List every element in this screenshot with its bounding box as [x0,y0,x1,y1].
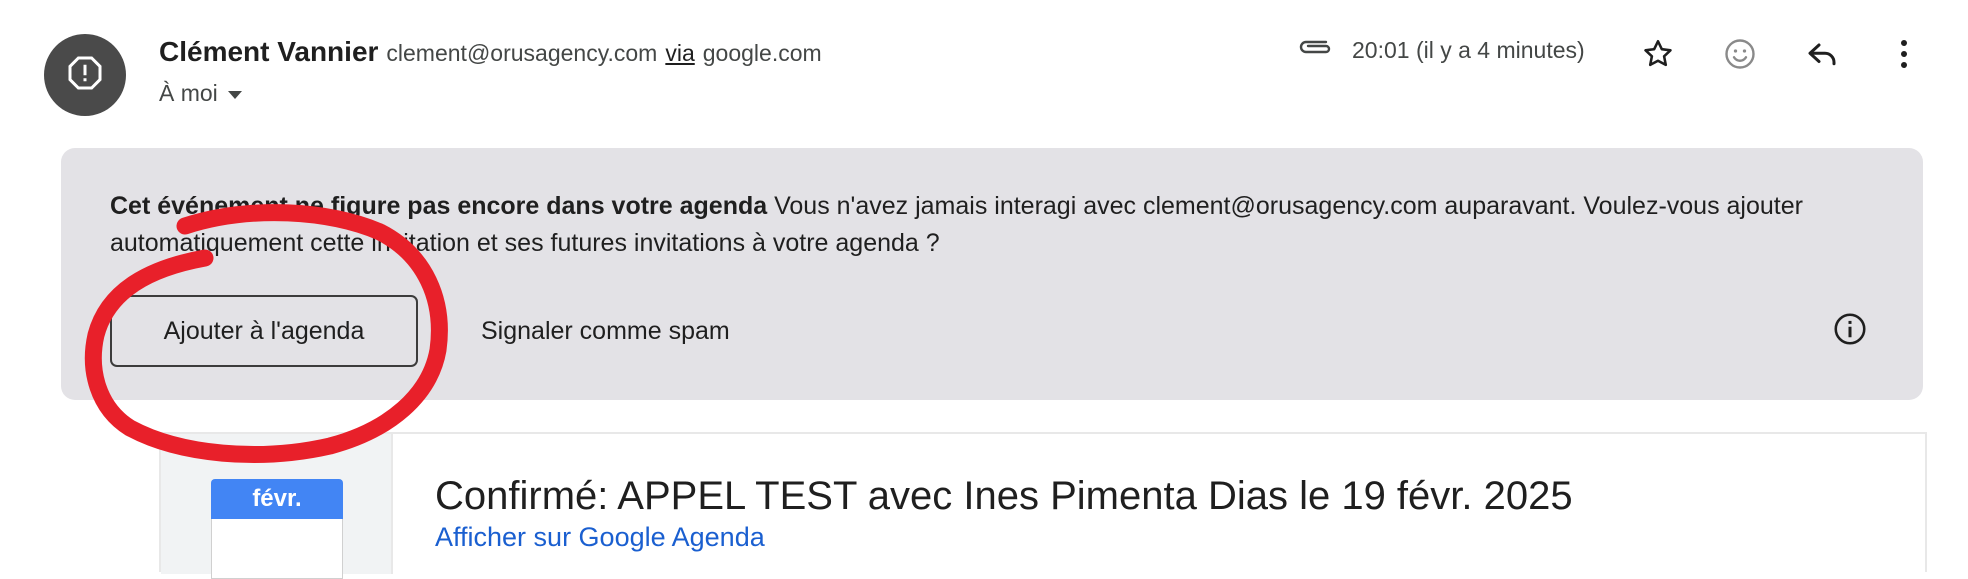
caret-down-icon [227,90,242,99]
emoji-icon [1722,36,1758,77]
report-spam-button[interactable]: Signaler comme spam [481,295,730,367]
sender-name[interactable]: Clément Vannier [159,36,378,68]
star-icon [1641,37,1675,76]
via-domain: google.com [702,40,822,66]
add-to-calendar-button[interactable]: Ajouter à l'agenda [110,295,418,367]
via-link[interactable]: via [665,40,694,67]
calendar-day [211,519,343,579]
more-icon [1898,37,1910,76]
attachment-icon [1296,36,1336,64]
banner-title: Cet événement ne figure pas encore dans … [110,192,768,220]
view-in-google-calendar-link[interactable]: Afficher sur Google Agenda [435,522,765,553]
event-title: Confirmé: APPEL TEST avec Ines Pimenta D… [435,474,1573,518]
event-card: févr. Confirmé: APPEL TEST avec Ines Pim… [159,432,1927,579]
more-options-button[interactable] [1882,34,1926,78]
timestamp: 20:01 (il y a 4 minutes) [1352,36,1585,63]
reply-button[interactable] [1800,34,1844,78]
sender-line: Clément Vannier clement@orusagency.com v… [159,36,822,76]
recipient-label: À moi [159,80,218,106]
sender-email: clement@orusagency.com [386,40,658,66]
calendar-month: févr. [211,479,343,519]
alert-icon [67,55,103,96]
emoji-reaction-button[interactable] [1718,34,1762,78]
info-icon [1832,311,1868,352]
info-button[interactable] [1830,311,1870,351]
calendar-date-panel: févr. [161,434,393,579]
star-button[interactable] [1636,34,1680,78]
recipient-dropdown[interactable]: À moi [159,80,242,107]
sender-avatar[interactable] [44,34,126,116]
calendar-invite-banner: Cet événement ne figure pas encore dans … [61,148,1923,400]
reply-icon [1804,36,1840,77]
banner-message: Cet événement ne figure pas encore dans … [110,188,1870,262]
timestamp-area: 20:01 (il y a 4 minutes) [1296,36,1585,64]
